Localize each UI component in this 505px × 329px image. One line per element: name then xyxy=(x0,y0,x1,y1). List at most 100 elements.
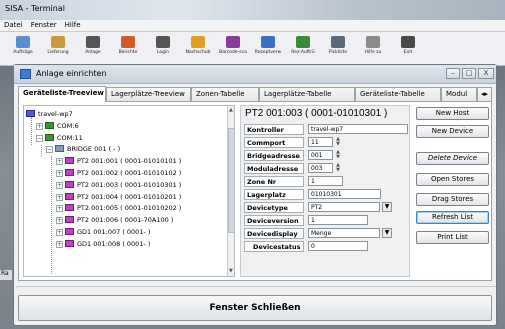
tab-geraeteliste-treeview[interactable]: Geräteliste-Treeview xyxy=(18,86,106,102)
tab-lagerplaetze-tabelle[interactable]: Lagerplätze-Tabelle xyxy=(259,87,355,101)
tree-scroll-thumb[interactable] xyxy=(228,128,234,233)
tree-node-label: PT2 001:001 ( 0001-01010101 ) xyxy=(77,157,182,166)
open-stores-button[interactable]: Open Stores xyxy=(416,173,489,186)
tree-node-label: COM:11 xyxy=(57,133,83,142)
toolbar-button-3[interactable]: Berichte xyxy=(111,35,145,63)
toolbar-button-10[interactable]: Hilfe zu xyxy=(356,35,390,63)
tab-lagerplaetze-treeview[interactable]: Lagerplätze-Treeview xyxy=(106,87,191,101)
devicestatus-field[interactable]: 0 xyxy=(308,241,368,251)
expand-icon[interactable]: + xyxy=(56,240,63,248)
collapse-icon[interactable]: − xyxy=(36,134,43,142)
expand-icon[interactable]: + xyxy=(56,229,63,236)
new-host-button[interactable]: New Host xyxy=(416,107,489,120)
devicedisplay-select[interactable]: Menge xyxy=(308,228,380,238)
devicestatus-label: Devicestatus xyxy=(244,241,304,252)
print-list-button[interactable]: Print List xyxy=(416,231,489,244)
tree-node[interactable]: + GD1 001:008 ( 0001- ) xyxy=(56,239,150,250)
toolbar-button-label: Hilfe zu xyxy=(364,50,382,55)
device-treeview[interactable]: travel-wp7 + COM:6− COM:11− BRIDGE 001 ( - )… xyxy=(23,105,235,277)
delete-device-button[interactable]: Delete Device xyxy=(416,152,489,165)
refresh-list-button[interactable]: Refresh List xyxy=(416,211,489,224)
tree-node[interactable]: − BRIDGE 001 ( - ) xyxy=(46,144,120,155)
toolbar-button-4[interactable]: Login xyxy=(146,35,180,63)
toolbar-button-1[interactable]: Lieferung xyxy=(41,35,75,63)
toolbar-button-5[interactable]: Nachschub xyxy=(181,35,215,63)
pt-icon xyxy=(65,228,74,235)
new-device-button[interactable]: New Device xyxy=(416,125,489,138)
zone-field[interactable]: 1 xyxy=(308,176,343,186)
tree-node[interactable]: travel-wp7 xyxy=(26,109,73,120)
toolbar-button-label: Exit xyxy=(403,50,413,55)
tree-node[interactable]: + PT2 001:002 ( 0001-01010102 ) xyxy=(56,168,181,179)
devicedisplay-dropdown-icon[interactable]: ▼ xyxy=(382,228,392,238)
tab-strip: Geräteliste-Treeview Lagerplätze-Treevie… xyxy=(18,86,492,102)
tab-modul[interactable]: Modul xyxy=(441,87,477,101)
expand-icon[interactable]: + xyxy=(56,181,63,189)
devicetype-dropdown-icon[interactable]: ▼ xyxy=(382,202,392,212)
toolbar-button-11[interactable]: Exit xyxy=(391,35,425,63)
tree-node-label: PT2 001:006 ( 0001-70A100 ) xyxy=(77,216,174,225)
maximize-button[interactable]: □ xyxy=(462,68,476,79)
toolbar-button-7[interactable]: Rezeptverw xyxy=(251,35,285,63)
tree-node[interactable]: + PT2 001:004 ( 0001-01010201 ) xyxy=(56,192,181,203)
kontroller-field[interactable]: travel-wp7 xyxy=(308,124,408,134)
tree-node[interactable]: + PT2 001:001 ( 0001-01010101 ) xyxy=(56,156,181,167)
expand-icon[interactable]: + xyxy=(36,122,43,130)
dialog-app-icon xyxy=(20,69,31,79)
key-icon xyxy=(86,36,100,48)
barcode-icon xyxy=(226,36,240,48)
bridgeadresse-spin-icon[interactable]: ▲ ▼ xyxy=(334,150,342,160)
device-detail-panel: PT2 001:003 ( 0001-01010301 ) Kontroller… xyxy=(240,105,410,277)
menu-fenster[interactable]: Fenster xyxy=(27,20,61,30)
toolbar-button-label: Rezeptverw xyxy=(254,50,282,55)
collapse-icon[interactable]: − xyxy=(46,146,53,154)
expand-icon[interactable]: + xyxy=(56,158,63,166)
toolbar-button-6[interactable]: Barcode-sca xyxy=(216,35,250,63)
toolbar-button-0[interactable]: Aufträge xyxy=(6,35,40,63)
tab-geraeteliste-tabelle[interactable]: Geräteliste-Tabelle xyxy=(355,87,441,101)
drag-stores-button[interactable]: Drag Stores xyxy=(416,193,489,206)
close-window-button[interactable]: X xyxy=(478,68,494,79)
toolbar-button-2[interactable]: Anlage xyxy=(76,35,110,63)
moduladresse-spin-icon[interactable]: ▲ ▼ xyxy=(334,163,342,173)
toolbar-button-label: Rez-Auftrü xyxy=(291,50,315,55)
background-window-label: Ra xyxy=(0,270,12,280)
separator xyxy=(16,286,496,287)
kontroller-label: Kontroller xyxy=(244,124,304,135)
devicedisplay-label: Devicedisplay xyxy=(244,228,304,239)
bridgeadresse-field[interactable]: 001 xyxy=(308,150,333,160)
tree-node[interactable]: − COM:11 xyxy=(36,133,83,144)
expand-icon[interactable]: + xyxy=(56,205,63,213)
close-window-bar-button[interactable]: Fenster Schließen xyxy=(18,295,492,321)
deviceversion-field[interactable]: 1 xyxy=(308,215,368,225)
toolbar-button-label: Lieferung xyxy=(47,50,69,55)
menu-datei[interactable]: Datei xyxy=(0,20,27,30)
moduladresse-field[interactable]: 003 xyxy=(308,163,333,173)
menu-hilfe[interactable]: Hilfe xyxy=(61,20,85,30)
toolbar-button-8[interactable]: Rez-Auftrü xyxy=(286,35,320,63)
minimize-button[interactable]: – xyxy=(446,68,460,79)
toolbar-button-label: Login xyxy=(156,50,170,55)
tree-node-label: COM:6 xyxy=(57,121,79,130)
tree-node[interactable]: + PT2 001:003 ( 0001-01010301 ) xyxy=(56,180,181,191)
tab-zonen-tabelle[interactable]: Zonen-Tabelle xyxy=(191,87,259,101)
app-titlebar: SISA - Terminal xyxy=(0,0,505,20)
tree-scrollbar[interactable]: ▲ ▼ xyxy=(227,106,234,276)
pt-icon xyxy=(65,216,74,224)
tree-node[interactable]: + PT2 001:006 ( 0001-70A100 ) xyxy=(56,215,173,226)
tree-node[interactable]: + GD1 001:007 ( 0001- ) xyxy=(56,227,150,238)
tab-scroll-arrows[interactable]: ◂▸ xyxy=(477,87,492,101)
tree-node-label: BRIDGE 001 ( - ) xyxy=(67,145,121,154)
devicetype-select[interactable]: PT2 xyxy=(308,202,380,212)
com-icon xyxy=(45,133,54,141)
tree-node[interactable]: + PT2 001:005 ( 0001-01010202 ) xyxy=(56,203,181,214)
expand-icon[interactable]: + xyxy=(56,217,63,225)
tree-node[interactable]: + COM:6 xyxy=(36,121,79,132)
commport-field[interactable]: 11 xyxy=(308,137,333,147)
expand-icon[interactable]: + xyxy=(56,170,63,177)
expand-icon[interactable]: + xyxy=(56,193,63,201)
tree-line xyxy=(31,117,32,145)
commport-spin-icon[interactable]: ▲ ▼ xyxy=(334,137,342,147)
toolbar-button-9[interactable]: Pickliste xyxy=(321,35,355,63)
lagerplatz-field[interactable]: 01010301 xyxy=(308,189,381,199)
